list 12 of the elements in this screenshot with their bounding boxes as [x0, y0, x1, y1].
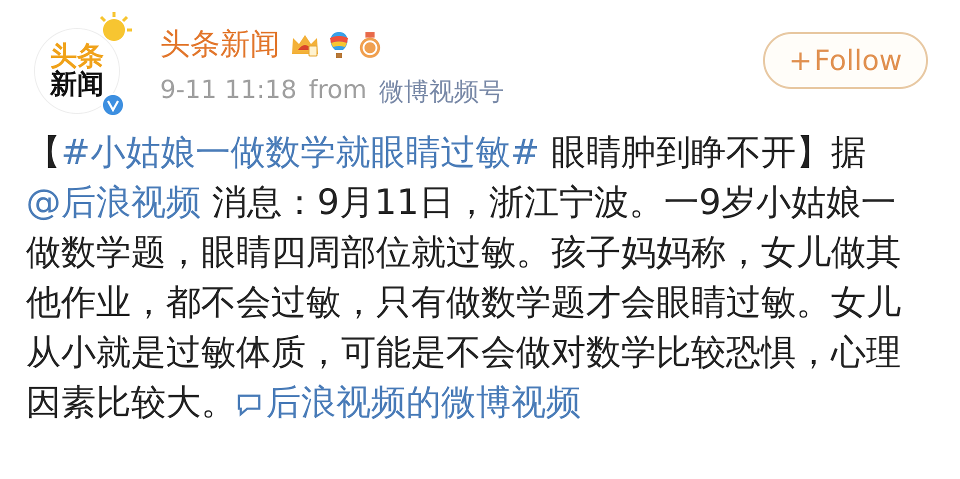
logo-text: 头条	[50, 42, 104, 71]
post-time: 9-11 11:18	[160, 75, 297, 106]
mention-link[interactable]: @后浪视频	[26, 183, 201, 223]
follow-button[interactable]: +Follow	[762, 32, 928, 89]
video-link[interactable]: 后浪视频的微博视频	[236, 383, 581, 423]
account-name[interactable]: 头条新闻	[160, 24, 280, 65]
medal-icon	[358, 30, 382, 58]
source-label: from	[308, 75, 367, 106]
logo-text: 新闻	[50, 71, 104, 100]
source-link[interactable]: 微博视频号	[378, 75, 504, 108]
hashtag-link[interactable]: #小姑娘一做数学就眼睛过敏#	[61, 133, 540, 173]
post-text: 【#小姑娘一做数学就眼睛过敏# 眼睛肿到睁不开】据 @后浪视频 消息：9月11日，浙江宁波。一9岁小姑娘一做数学题，眼睛四周部位就过敏。孩子妈妈称，女儿做其他作业，都不会过敏，只有做数学题才会眼睛过敏。女儿从小就是过敏体质，可能是不会做对数学比较恐惧，心理因素比较大。 后浪视频的微博视频	[26, 132, 902, 425]
